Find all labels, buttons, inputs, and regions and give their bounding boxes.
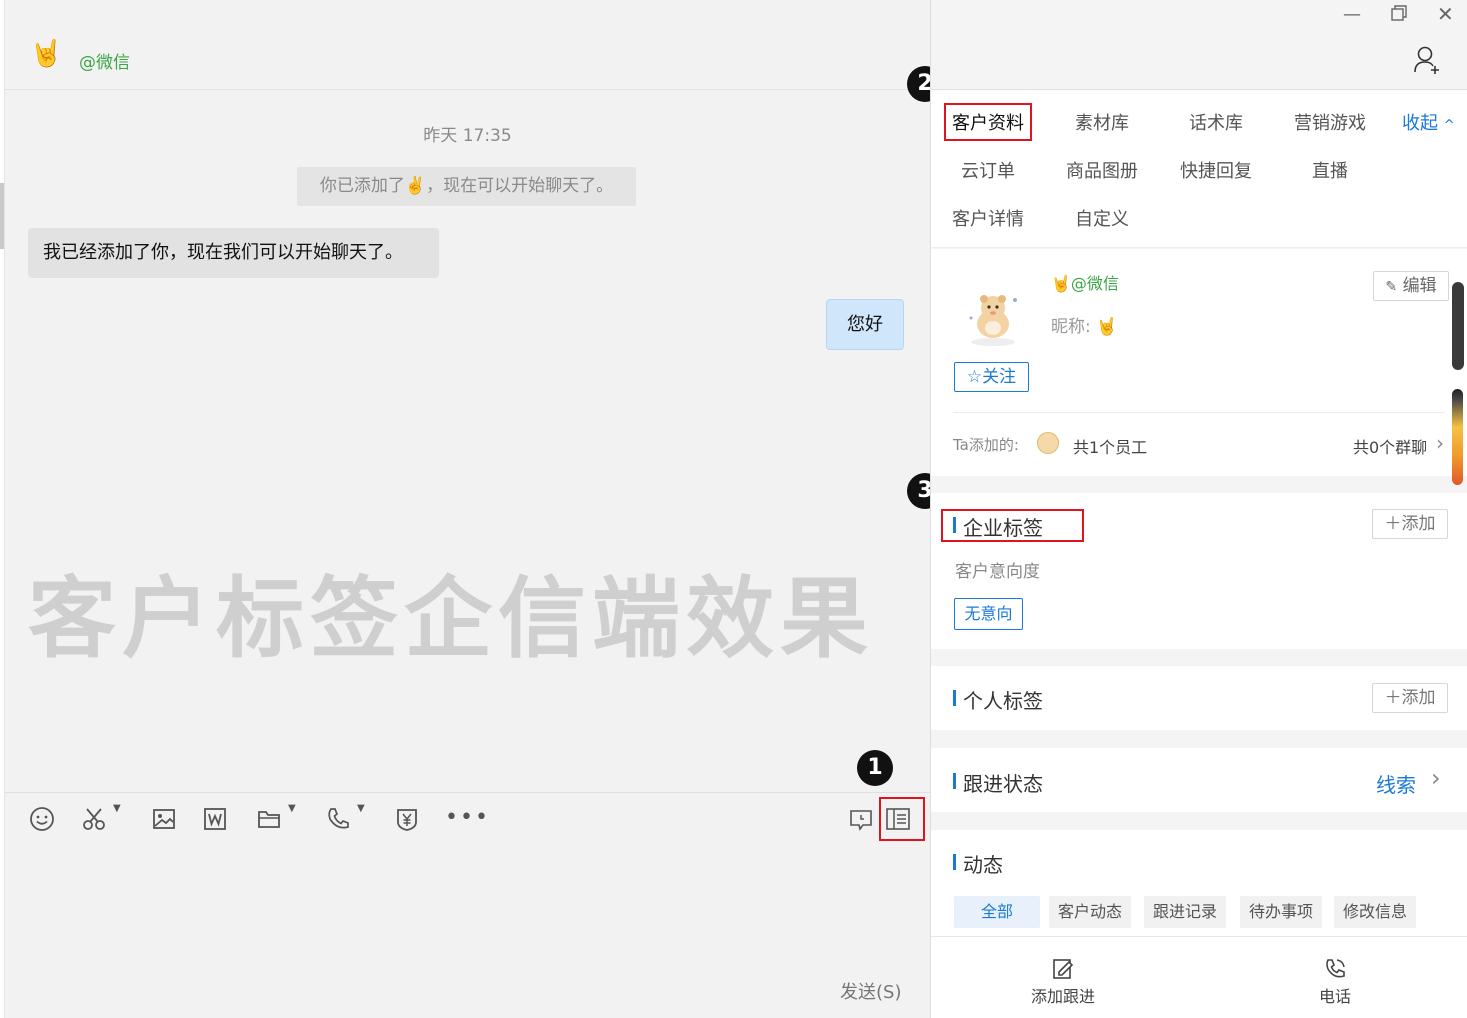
customer-avatar[interactable]: [959, 288, 1027, 348]
send-button[interactable]: 发送(S): [840, 978, 901, 1004]
contact-name[interactable]: @微信: [79, 48, 130, 73]
lead-status-link[interactable]: 线索: [1376, 769, 1416, 798]
tab-material-library[interactable]: 素材库: [1075, 109, 1129, 135]
group-count[interactable]: 共0个群聊: [1353, 434, 1427, 458]
hand-gesture-icon: 🤘: [1051, 274, 1071, 293]
edit-label: 编辑: [1402, 276, 1437, 296]
chat-header: 🤘 @微信: [5, 0, 930, 90]
collapse-label: 收起: [1402, 113, 1438, 134]
tag-group-label: 客户意向度: [955, 562, 1040, 582]
red-packet-yuan-icon[interactable]: [394, 806, 420, 836]
left-edge: [0, 0, 5, 1018]
added-by-label: Ta添加的:: [953, 436, 1019, 454]
image-icon[interactable]: [151, 806, 177, 836]
tab-collapse[interactable]: 收起 ^: [1402, 109, 1455, 135]
follow-label: 关注: [982, 367, 1017, 387]
chevron-right-icon[interactable]: ›: [1431, 764, 1441, 792]
staff-avatar: [1037, 432, 1059, 454]
nickname-label: 昵称:: [1051, 317, 1091, 337]
add-enterprise-tag-button[interactable]: ＋添加: [1372, 509, 1448, 539]
customer-name-text: @微信: [1070, 274, 1119, 293]
floating-widget-top[interactable]: [1452, 282, 1464, 370]
call-button[interactable]: 电话: [1319, 957, 1351, 1007]
panel-top-bar: — ✕: [931, 0, 1467, 90]
add-followup-button[interactable]: 添加跟进: [1031, 957, 1095, 1007]
tab-marketing-games[interactable]: 营销游戏: [1294, 109, 1366, 135]
tag-chip[interactable]: 无意向: [954, 598, 1023, 630]
enterprise-tags-highlight: [941, 509, 1084, 542]
profile-divider: [953, 412, 1445, 413]
add-label: 添加: [1401, 688, 1436, 708]
chevron-up-icon: ^: [1443, 118, 1455, 133]
nickname-emoji-icon: 🤘: [1096, 317, 1118, 337]
input-toolbar: ▼ ▼ ▼ •••: [5, 792, 930, 848]
edit-note-icon: [1053, 959, 1074, 979]
add-followup-label: 添加跟进: [1031, 987, 1096, 1006]
tab-live[interactable]: 直播: [1312, 157, 1348, 183]
message-timestamp: 昨天 17:35: [423, 126, 512, 146]
tab-customer-info[interactable]: 客户资料: [944, 103, 1032, 141]
tab-product-catalog[interactable]: 商品图册: [1066, 157, 1138, 183]
chevron-right-icon[interactable]: ›: [1436, 431, 1444, 455]
edit-button[interactable]: ✎ 编辑: [1373, 271, 1449, 301]
system-message: 你已添加了✌️，现在可以开始聊天了。: [297, 167, 636, 206]
restore-icon[interactable]: [1389, 3, 1409, 28]
call-dropdown-icon[interactable]: ▼: [357, 803, 365, 814]
watermark-text: 客户标签企信端效果: [28, 567, 875, 670]
filter-todo[interactable]: 待办事项: [1240, 896, 1323, 928]
follow-status-title: 跟进状态: [953, 768, 1043, 797]
conversation-list-selection: [0, 183, 4, 249]
add-contact-icon[interactable]: [1413, 44, 1443, 80]
customer-sidebar: — ✕ 客户资料 素材库 话术库 营销游戏 收起 ^ 云订单 商品图册 快捷回复…: [930, 0, 1467, 1018]
chat-history-icon[interactable]: [848, 806, 874, 836]
pencil-icon: ✎: [1385, 279, 1398, 295]
star-icon: ☆: [966, 367, 983, 387]
emoji-icon[interactable]: [29, 806, 55, 836]
close-icon[interactable]: ✕: [1437, 2, 1454, 26]
customer-nickname: 昵称: 🤘: [1051, 312, 1117, 337]
tab-cloud-order[interactable]: 云订单: [961, 157, 1015, 183]
minimize-icon[interactable]: —: [1343, 4, 1361, 25]
tab-script-library[interactable]: 话术库: [1189, 109, 1243, 135]
phone-icon: [1326, 959, 1345, 978]
call-label: 电话: [1319, 987, 1352, 1006]
panel-footer: 添加跟进 电话: [931, 936, 1467, 1018]
tab-quick-reply[interactable]: 快捷回复: [1180, 157, 1252, 183]
follow-button[interactable]: ☆关注: [954, 362, 1029, 392]
word-document-icon[interactable]: [202, 806, 228, 836]
customer-name: 🤘@微信: [1051, 270, 1119, 294]
folder-icon[interactable]: [256, 806, 282, 836]
filter-customer-activity[interactable]: 客户动态: [1049, 896, 1132, 928]
tool-tabs: 客户资料 素材库 话术库 营销游戏 收起 ^ 云订单 商品图册 快捷回复 直播 …: [931, 90, 1467, 248]
message-bubble-outgoing[interactable]: 您好: [826, 299, 904, 350]
plus-icon: ＋: [1384, 688, 1402, 708]
annotation-marker-1: 1: [857, 750, 893, 786]
activity-title: 动态: [953, 849, 1003, 878]
filter-all[interactable]: 全部: [954, 896, 1040, 928]
more-icon[interactable]: •••: [445, 803, 490, 833]
personal-tags-title: 个人标签: [953, 685, 1043, 714]
add-personal-tag-button[interactable]: ＋添加: [1372, 683, 1448, 713]
tab-custom[interactable]: 自定义: [1075, 205, 1129, 231]
screenshot-dropdown-icon[interactable]: ▼: [113, 803, 121, 814]
floating-widget-level[interactable]: [1452, 389, 1463, 485]
sidebar-toggle-highlight: [879, 797, 925, 841]
screenshot-scissors-icon[interactable]: [81, 806, 107, 836]
message-bubble-incoming[interactable]: 我已经添加了你，现在我们可以开始聊天了。: [28, 228, 439, 278]
plus-icon: ＋: [1384, 514, 1402, 534]
filter-modified-info[interactable]: 修改信息: [1334, 896, 1417, 928]
add-label: 添加: [1401, 514, 1436, 534]
staff-count[interactable]: 共1个员工: [1073, 434, 1147, 458]
phone-call-icon[interactable]: [325, 806, 351, 836]
filter-follow-records[interactable]: 跟进记录: [1144, 896, 1227, 928]
folder-dropdown-icon[interactable]: ▼: [288, 803, 296, 814]
contact-avatar[interactable]: 🤘: [30, 37, 62, 71]
chat-window: 🤘 @微信 昨天 17:35 你已添加了✌️，现在可以开始聊天了。 我已经添加了…: [0, 0, 943, 1018]
tab-customer-details[interactable]: 客户详情: [952, 205, 1024, 231]
